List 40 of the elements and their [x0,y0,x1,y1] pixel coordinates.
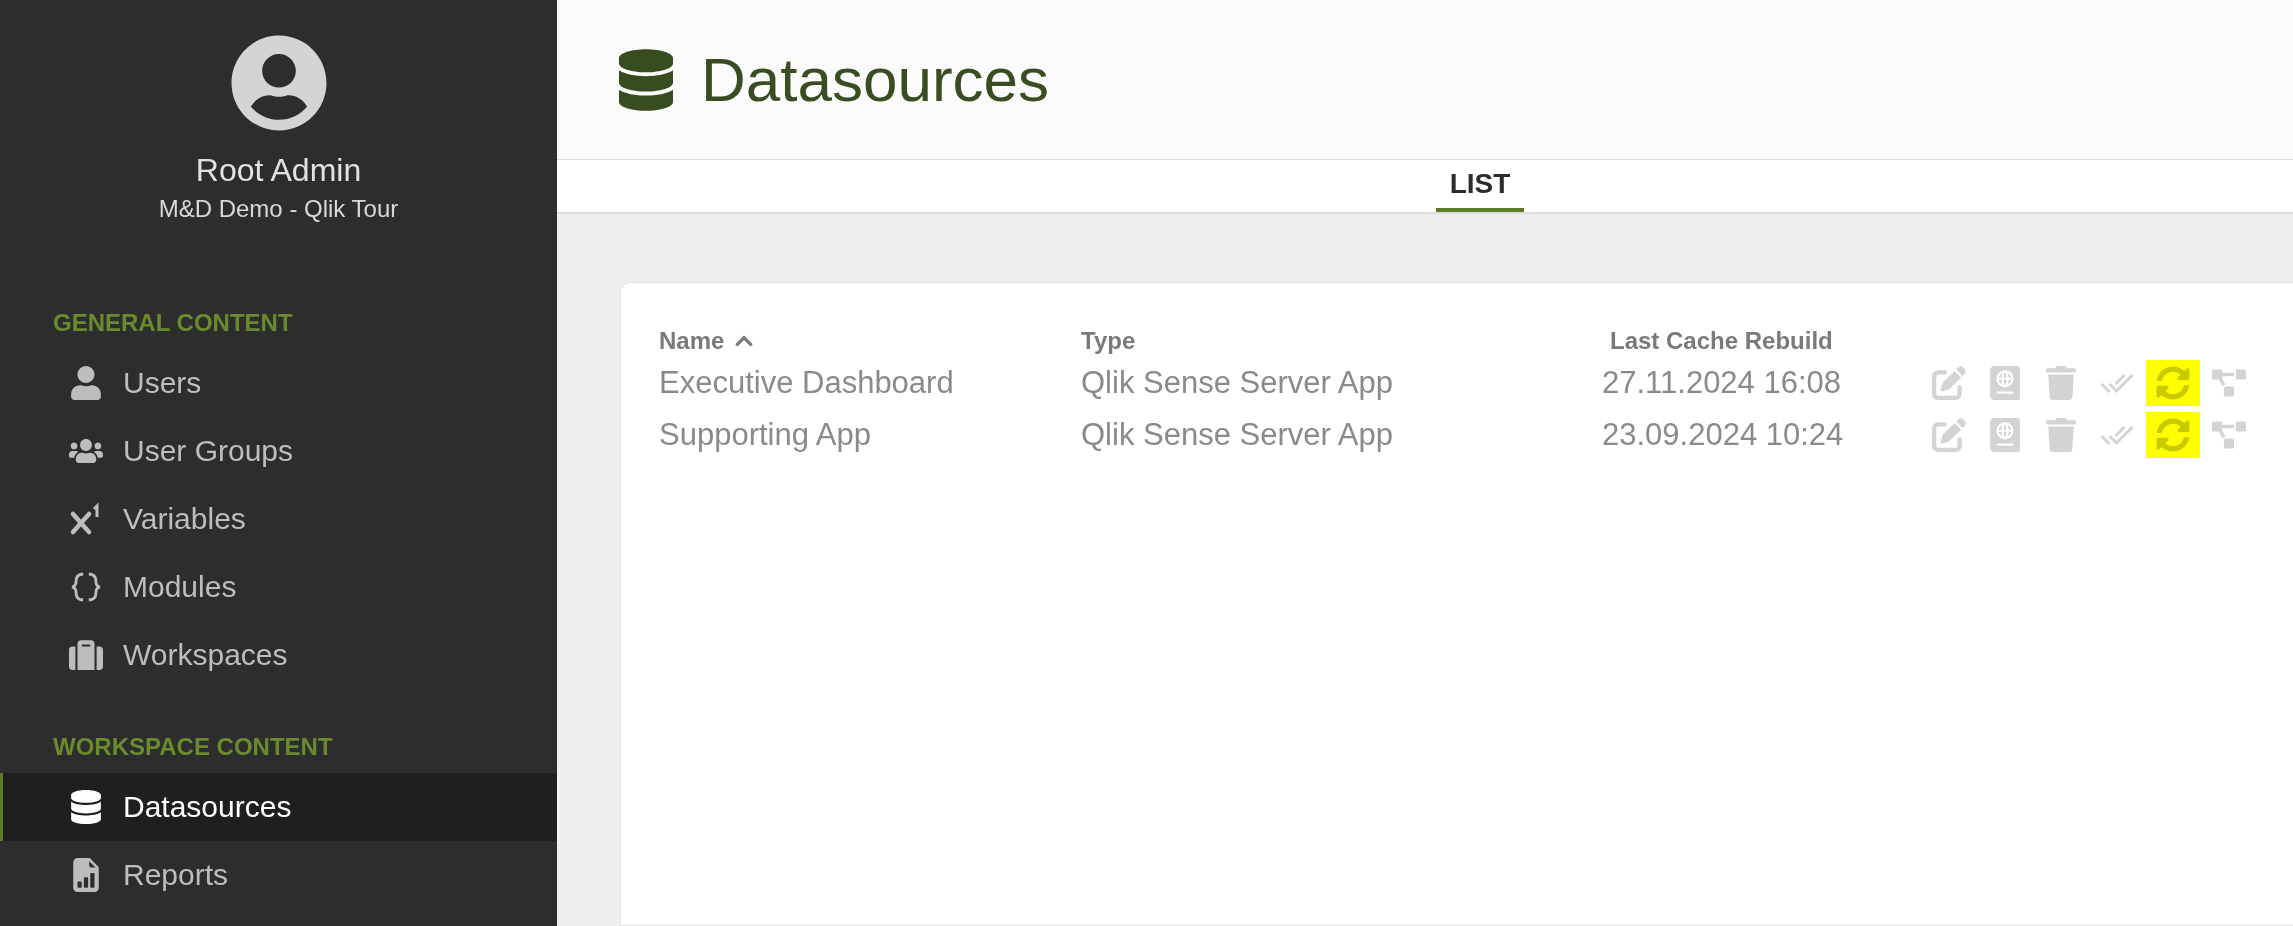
sidebar-item[interactable]: Datasources [0,773,557,841]
refresh-button[interactable] [2146,412,2200,458]
table-cell-text: Supporting App [659,416,872,454]
column-header[interactable]: Name [659,325,1081,357]
refresh-icon [2156,418,2190,452]
table-cell-text: 23.09.2024 10:24 [1601,416,1845,454]
trash-icon [2044,366,2078,400]
user-icon [69,366,103,400]
sidebar-item[interactable]: User Groups [0,417,557,485]
sidebar-item[interactable]: Reports [0,841,557,909]
tab[interactable]: LIST [1435,160,1525,212]
sidebar-item[interactable]: Users [0,349,557,417]
sidebar-item[interactable]: Modules [0,553,557,621]
avatar-icon [229,34,328,132]
database-icon [619,48,673,111]
diagram-icon [2212,366,2246,400]
edit-icon [1932,418,1966,452]
edit-icon [1932,366,1966,400]
diagram-icon [2212,418,2246,452]
section-heading: GENERAL CONTENT [52,309,294,337]
page-title: Datasources [701,44,1050,115]
section-heading: WORKSPACE CONTENT [52,733,334,761]
refresh-button[interactable] [2146,360,2200,406]
curly-braces-icon [69,570,103,604]
table-cell-text: 27.11.2024 16:08 [1601,364,1843,402]
table-cell-text: Qlik Sense Server App [1081,364,1394,402]
refresh-icon [2156,366,2190,400]
sidebar-item[interactable]: Workspaces [0,621,557,689]
column-header[interactable]: Last Cache Rebuild [1558,325,1908,357]
database-icon [69,790,103,824]
passport-icon [1988,366,2022,400]
suitcase-icon [69,638,103,672]
table-cell-text: Executive Dashboard [659,364,955,402]
organization-name: M&D Demo - Qlik Tour [158,195,399,223]
table-cell-text: Qlik Sense Server App [1081,416,1394,454]
sidebar-item[interactable]: Variables [0,485,557,553]
trash-icon [2044,418,2078,452]
column-header[interactable]: Type [1081,325,1558,357]
passport-icon [1988,418,2022,452]
user-name: Root Admin [195,152,362,189]
